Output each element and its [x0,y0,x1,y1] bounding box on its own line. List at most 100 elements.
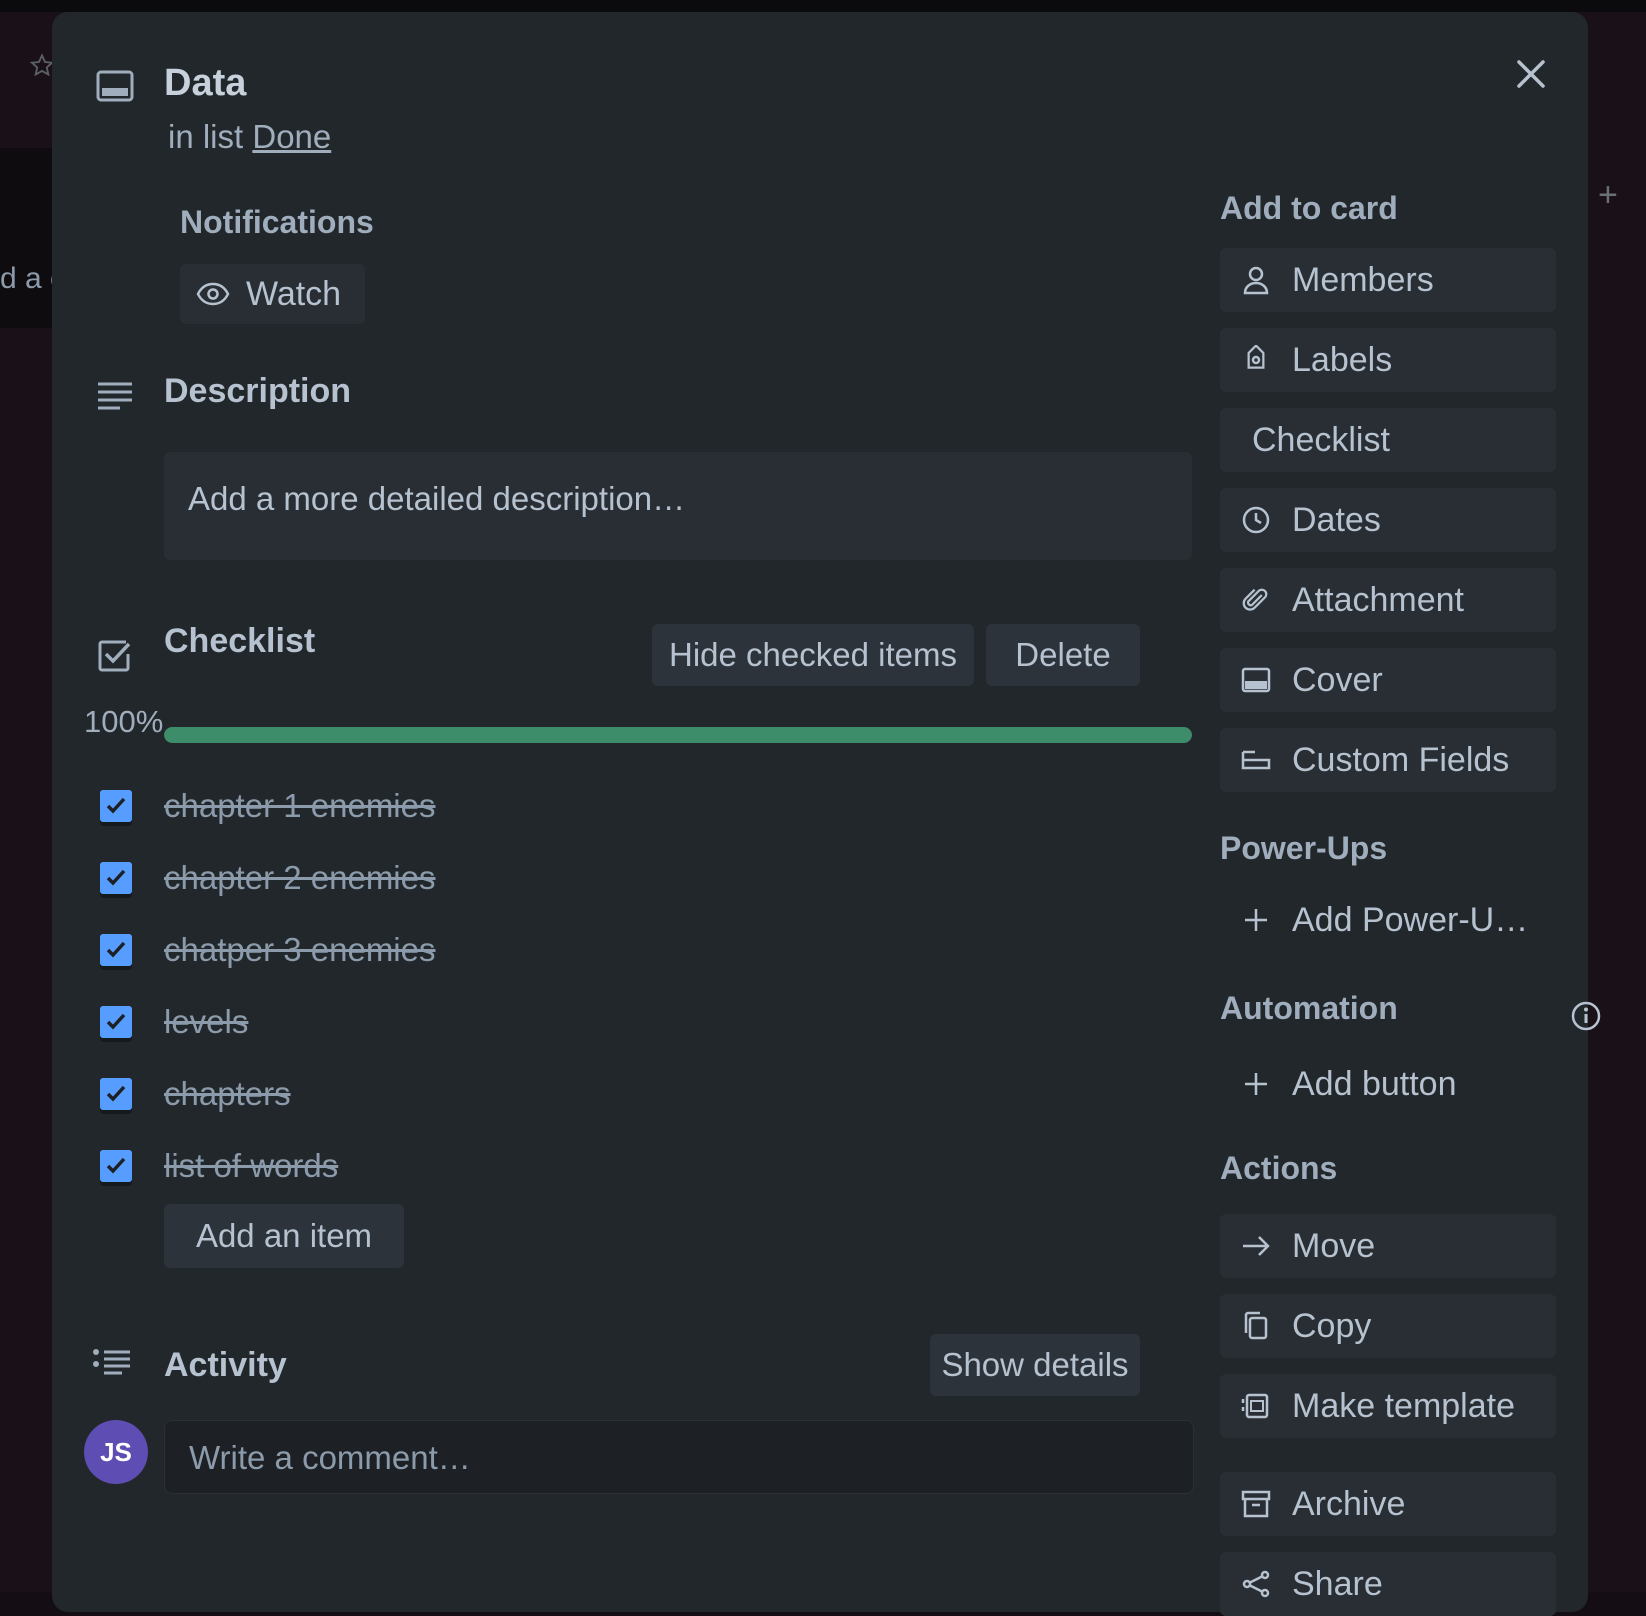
progress-percentage: 100% [84,704,164,739]
info-icon[interactable] [1570,1000,1602,1032]
checkmark-icon [106,1157,126,1174]
person-icon [1240,264,1272,296]
checkbox-checked[interactable] [100,1150,132,1182]
move-button[interactable]: Move [1220,1214,1556,1278]
checkmark-icon [106,797,126,814]
description-icon [96,380,134,412]
checkbox-checked[interactable] [100,1078,132,1110]
checkbox-checked[interactable] [100,934,132,966]
archive-button[interactable]: Archive [1220,1472,1556,1536]
avatar[interactable]: JS [84,1420,148,1484]
custom-fields-icon [1240,744,1272,776]
watch-button[interactable]: Watch [180,264,366,324]
card-detail-modal: Data in list Done Notifications Watch De… [52,12,1601,1616]
tag-icon [1240,344,1272,376]
checkbox-checked[interactable] [100,862,132,894]
clock-icon [1240,504,1272,536]
copy-label: Copy [1292,1306,1372,1345]
checklist-item[interactable]: chapter 2 enemies [100,850,436,906]
plus-icon [1240,904,1272,936]
progress-bar [164,727,1192,743]
checklist-item-label[interactable]: levels [164,1003,248,1041]
add-automation-button[interactable]: Add button [1220,1052,1556,1116]
custom-fields-button[interactable]: Custom Fields [1220,728,1556,792]
share-button[interactable]: Share [1220,1552,1556,1616]
labels-label: Labels [1292,340,1393,379]
close-icon[interactable] [1507,50,1555,98]
list-location: in list Done [168,118,331,156]
add-to-card-heading: Add to card [1220,190,1398,226]
archive-label: Archive [1292,1484,1406,1523]
checklist-heading[interactable]: Checklist [164,622,315,661]
move-label: Move [1292,1226,1376,1265]
cover-icon [1240,664,1272,696]
checklist-item-label[interactable]: chapter 2 enemies [164,859,436,897]
checklist-item-label[interactable]: list of words [164,1147,338,1185]
cover-label: Cover [1292,660,1383,699]
checkmark-icon [106,869,126,886]
custom-fields-label: Custom Fields [1292,740,1510,779]
power-ups-heading: Power-Ups [1220,830,1388,866]
checklist-item[interactable]: chatper 3 enemies [100,922,436,978]
comment-placeholder: Write a comment… [189,1439,471,1476]
description-input[interactable]: Add a more detailed description… [164,452,1192,560]
activity-icon [92,1348,132,1380]
paperclip-icon [1240,584,1272,616]
cover-button[interactable]: Cover [1220,648,1556,712]
make-template-button[interactable]: Make template [1220,1374,1556,1438]
share-label: Share [1292,1564,1383,1603]
watch-label: Watch [246,274,342,313]
add-button-label: Add button [1292,1064,1457,1103]
archive-icon [1240,1488,1272,1520]
checklist-item[interactable]: chapters [100,1066,291,1122]
card-icon [96,70,134,102]
checkmark-icon [106,941,126,958]
card-title[interactable]: Data [164,62,246,105]
add-power-up-button[interactable]: Add Power-U… [1220,888,1556,952]
checklist-item[interactable]: list of words [100,1138,338,1194]
description-placeholder: Add a more detailed description… [188,480,686,517]
list-prefix: in list [168,118,244,155]
checklist-item[interactable]: levels [100,994,248,1050]
checklist-icon [96,638,132,674]
add-item-button[interactable]: Add an item [164,1204,404,1268]
actions-heading: Actions [1220,1150,1338,1186]
checkmark-icon [106,1085,126,1102]
activity-heading: Activity [164,1346,287,1384]
checklist-item-label[interactable]: chapter 1 enemies [164,787,436,825]
description-heading: Description [164,372,352,410]
board-top-bar [0,0,1646,12]
list-link[interactable]: Done [252,118,331,155]
checklist-item-label[interactable]: chapters [164,1075,291,1113]
checklist-item[interactable]: chapter 1 enemies [100,778,436,834]
add-list-icon[interactable]: + [1598,176,1618,215]
checkbox-checked[interactable] [100,1006,132,1038]
comment-input[interactable]: Write a comment… [164,1420,1194,1494]
labels-button[interactable]: Labels [1220,328,1556,392]
eye-icon [196,282,230,306]
attachment-button[interactable]: Attachment [1220,568,1556,632]
show-details-button[interactable]: Show details [930,1334,1140,1396]
template-icon [1240,1390,1272,1422]
checklist-label: Checklist [1252,420,1390,459]
checklist-item-label[interactable]: chatper 3 enemies [164,931,436,969]
background-card [0,148,58,328]
dates-label: Dates [1292,500,1381,539]
progress-bar-fill [164,727,1192,743]
checklist-button[interactable]: Checklist [1220,408,1556,472]
add-power-up-label: Add Power-U… [1292,900,1529,939]
members-button[interactable]: Members [1220,248,1556,312]
plus-icon [1240,1068,1272,1100]
members-label: Members [1292,260,1434,299]
dates-button[interactable]: Dates [1220,488,1556,552]
delete-checklist-button[interactable]: Delete [986,624,1140,686]
copy-button[interactable]: Copy [1220,1294,1556,1358]
checkbox-checked[interactable] [100,790,132,822]
hide-checked-items-button[interactable]: Hide checked items [652,624,974,686]
automation-heading: Automation [1220,990,1398,1026]
arrow-right-icon [1240,1230,1272,1262]
attachment-label: Attachment [1292,580,1464,619]
copy-icon [1240,1310,1272,1342]
share-icon [1240,1568,1272,1600]
checkmark-icon [106,1013,126,1030]
